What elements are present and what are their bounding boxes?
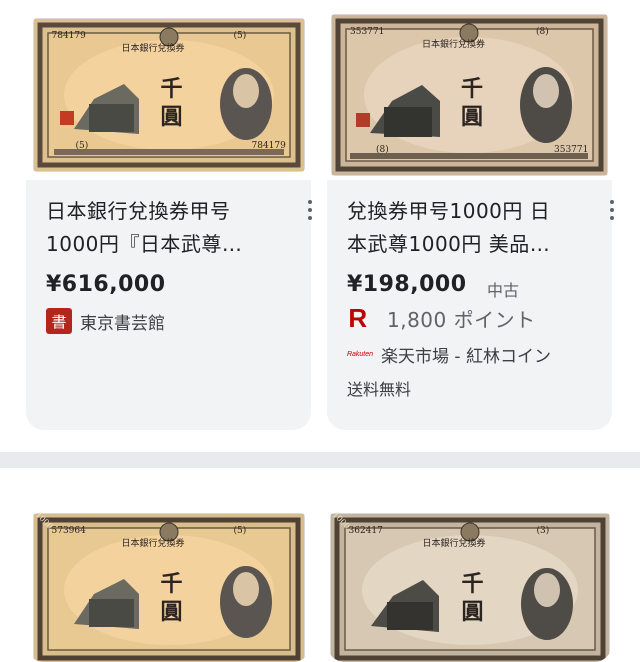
product-title-line[interactable]: 本武尊1000円 美品… (347, 228, 576, 261)
product-title[interactable]: 日本銀行兌換券甲号 1000円『日本武尊… (46, 195, 275, 261)
reward-points: R 1,800 ポイント (347, 303, 536, 333)
product-card[interactable]: 千 圓 784179 (5) (5) 784179 日本銀行兌換券 日本銀行兌換… (26, 0, 311, 430)
condition-label: 中古 (487, 281, 520, 300)
rakuten-points-icon: R (348, 303, 368, 333)
banknote-issuer: 日本銀行兌換券 (422, 539, 486, 549)
product-image[interactable]: 千 圓 362417 (3) 日本銀行兌換券 1000 (327, 492, 612, 662)
rakuten-logo: Rakuten (346, 351, 374, 358)
product-card[interactable]: 千 圓 573964 (5) 日本銀行兌換券 1000 (26, 492, 311, 662)
banknote-image: 千 圓 784179 (5) (5) 784179 日本銀行兌換券 (33, 19, 304, 171)
product-image[interactable]: 千 圓 784179 (5) (5) 784179 日本銀行兌換券 (26, 0, 311, 180)
product-card[interactable]: 千 圓 362417 (3) 日本銀行兌換券 1000 (327, 492, 612, 662)
banknote-denomination: 圓 (160, 599, 183, 625)
merchant[interactable]: 書 東京書芸館 (46, 308, 165, 334)
banknote-block: (8) (536, 27, 549, 37)
banknote-serial: 353771 (350, 27, 385, 37)
merchant-name[interactable]: 楽天市場 - 紅林コイン (381, 342, 551, 367)
banknote-block: (5) (233, 526, 247, 536)
more-vert-icon[interactable] (608, 198, 616, 222)
merchant-name[interactable]: 東京書芸館 (80, 309, 165, 334)
product-card[interactable]: 千 圓 353771 (8) (8) 353771 日本銀行兌換券 兌換券甲号1… (327, 0, 612, 430)
banknote-issuer: 日本銀行兌換券 (121, 44, 185, 54)
banknote-serial: 362417 (348, 526, 383, 536)
more-vert-icon[interactable] (306, 198, 314, 222)
merchant-logo-char: 書 (51, 312, 67, 331)
banknote-denomination: 圓 (461, 104, 484, 130)
product-title-line[interactable]: 兌換券甲号1000円 日 (347, 195, 576, 228)
banknote-block: (3) (536, 526, 550, 536)
shipping-info: 送料無料 (347, 380, 412, 399)
product-price: ¥198,000 (347, 272, 467, 297)
product-image[interactable]: 千 圓 573964 (5) 日本銀行兌換券 1000 (26, 492, 311, 662)
banknote-block: (5) (75, 141, 89, 151)
section-divider (0, 452, 640, 468)
banknote-serial: 353771 (554, 145, 589, 155)
product-image[interactable]: 千 圓 353771 (8) (8) 353771 日本銀行兌換券 (327, 0, 612, 180)
product-title[interactable]: 兌換券甲号1000円 日 本武尊1000円 美品… (347, 195, 576, 261)
merchant[interactable]: Rakuten 楽天市場 - 紅林コイン (347, 342, 551, 367)
banknote-block: (8) (376, 145, 389, 155)
banknote-denomination: 圓 (461, 599, 484, 625)
product-title-line[interactable]: 1000円『日本武尊… (46, 228, 275, 261)
product-price: ¥616,000 (46, 272, 166, 297)
points-text: 1,800 ポイント (387, 308, 536, 332)
banknote-serial: 784179 (51, 31, 86, 41)
banknote-denomination: 圓 (160, 104, 183, 130)
product-title-line[interactable]: 日本銀行兌換券甲号 (46, 195, 275, 228)
banknote-issuer: 日本銀行兌換券 (121, 539, 185, 549)
banknote-block: (5) (233, 31, 247, 41)
banknote-issuer: 日本銀行兌換券 (422, 40, 486, 50)
banknote-image: 千 圓 353771 (8) (8) 353771 日本銀行兌換券 (332, 15, 607, 175)
banknote-serial: 573964 (51, 526, 86, 536)
merchant-logo: 書 (46, 308, 72, 334)
banknote-serial: 784179 (251, 141, 286, 151)
